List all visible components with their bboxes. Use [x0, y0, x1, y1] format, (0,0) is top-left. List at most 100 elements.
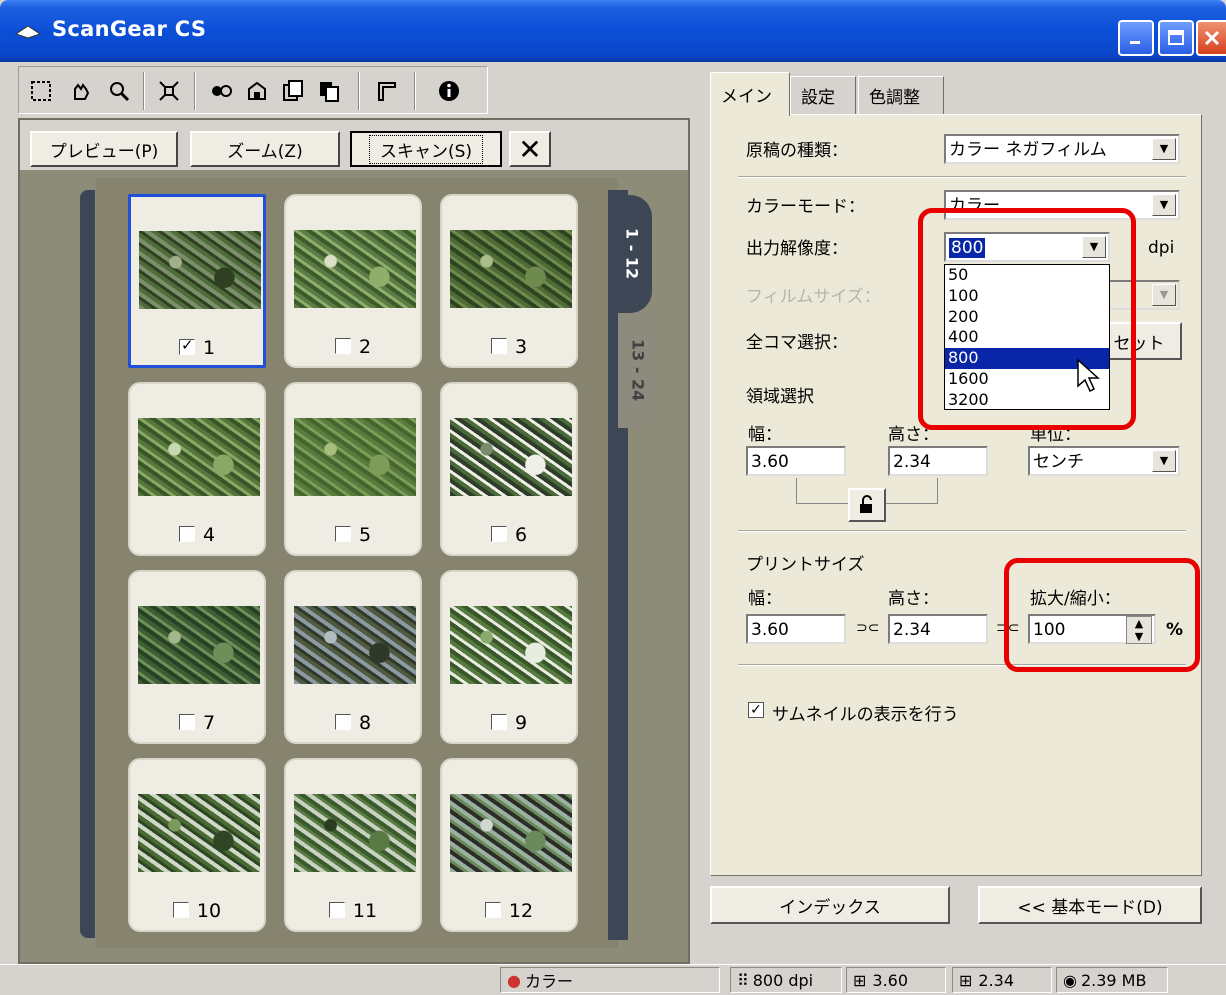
- scale-highlight: [1004, 558, 1200, 672]
- link-icon: ⊃⊂: [856, 620, 880, 636]
- zoom-button[interactable]: ズーム(Z): [190, 131, 340, 167]
- copy-icon[interactable]: [314, 76, 344, 106]
- area-select-label: 領域選択: [746, 387, 814, 407]
- rotate-icon[interactable]: [242, 76, 272, 106]
- thumbnail-image[interactable]: [138, 418, 260, 496]
- strip-tab-1-12[interactable]: 1 - 12: [612, 195, 652, 313]
- grid-icon: ⠿: [737, 970, 749, 990]
- thumbnail-caption: 12: [442, 900, 576, 922]
- thumbnail-image[interactable]: [138, 794, 260, 872]
- unit-select[interactable]: センチ ▼: [1028, 446, 1180, 476]
- thumbnail-image[interactable]: [294, 230, 416, 308]
- scan-button[interactable]: スキャン(S): [350, 131, 502, 167]
- thumbnail-frame[interactable]: 12: [440, 758, 578, 932]
- chevron-down-icon[interactable]: ▼: [1152, 450, 1176, 472]
- width-input[interactable]: 3.60: [746, 446, 846, 476]
- mirror-icon[interactable]: [206, 76, 236, 106]
- thumbnail-caption: 10: [130, 900, 264, 922]
- thumbnail-image[interactable]: [450, 794, 572, 872]
- thumbnail-checkbox[interactable]: [334, 713, 351, 730]
- thumbnail-number: 6: [514, 524, 528, 546]
- marquee-select-icon[interactable]: [26, 76, 56, 106]
- thumbnail-checkbox[interactable]: [334, 337, 351, 354]
- thumbnail-image[interactable]: [294, 606, 416, 684]
- chevron-down-icon[interactable]: ▼: [1152, 138, 1176, 160]
- tab-settings[interactable]: 設定: [790, 76, 856, 114]
- thumbnail-display-checkbox[interactable]: ✓: [748, 702, 764, 718]
- dpi-unit: dpi: [1148, 238, 1175, 258]
- thumbnail-checkbox[interactable]: [490, 525, 507, 542]
- thumbnail-checkbox[interactable]: [328, 901, 345, 918]
- thumbnail-image[interactable]: [138, 606, 260, 684]
- thumbnail-display-label: サムネイルの表示を行う: [772, 705, 959, 725]
- aspect-lock-button[interactable]: [848, 488, 886, 522]
- minimize-icon: [1130, 41, 1140, 44]
- auto-crop-icon[interactable]: [154, 76, 184, 106]
- status-width: ⊞ 3.60: [846, 967, 946, 993]
- index-button[interactable]: インデックス: [710, 886, 950, 924]
- thumbnail-image[interactable]: [450, 418, 572, 496]
- chevron-down-icon[interactable]: ▼: [1152, 194, 1176, 216]
- thumbnail-caption: 11: [286, 900, 420, 922]
- thumbnail-number: 8: [358, 712, 372, 734]
- thumbnail-frame[interactable]: 2: [284, 194, 422, 368]
- thumbnail-frame[interactable]: 10: [128, 758, 266, 932]
- window-title: ScanGear CS: [52, 17, 207, 41]
- chevron-down-icon[interactable]: ▼: [1152, 284, 1176, 306]
- close-icon: [1204, 30, 1220, 46]
- doc-type-select[interactable]: カラー ネガフィルム ▼: [944, 134, 1180, 164]
- clear-button[interactable]: ✕: [509, 131, 551, 167]
- thumbnail-frame[interactable]: 11: [284, 758, 422, 932]
- thumbnail-checkbox[interactable]: [178, 336, 195, 355]
- print-width-input[interactable]: 3.60: [746, 614, 846, 644]
- thumbnail-frame[interactable]: 9: [440, 570, 578, 744]
- print-height-input[interactable]: 2.34: [888, 614, 988, 644]
- thumbnail-frame[interactable]: 5: [284, 382, 422, 556]
- thumbnail-number: 4: [202, 524, 216, 546]
- strip-tab-label: 1 - 12: [622, 228, 642, 280]
- thumbnail-frame[interactable]: 1: [128, 194, 266, 368]
- thumbnail-number: 9: [514, 712, 528, 734]
- thumbnail-image[interactable]: [294, 418, 416, 496]
- film-strip-edge: [80, 190, 95, 938]
- width-icon: ⊞: [853, 970, 867, 990]
- thumbnail-checkbox[interactable]: [334, 525, 351, 542]
- thumbnail-image[interactable]: [450, 230, 572, 308]
- minimize-button[interactable]: [1118, 20, 1154, 56]
- hand-icon[interactable]: [66, 76, 96, 106]
- basic-mode-button[interactable]: << 基本モード(D): [978, 886, 1202, 924]
- thumbnail-image[interactable]: [294, 794, 416, 872]
- info-icon[interactable]: [434, 76, 464, 106]
- multi-crop-icon[interactable]: [278, 76, 308, 106]
- strip-tab-13-24[interactable]: 13 - 24: [618, 312, 658, 428]
- thumbnail-checkbox[interactable]: [484, 901, 501, 918]
- thumbnail-frame[interactable]: 4: [128, 382, 266, 556]
- thumbnail-image[interactable]: [450, 606, 572, 684]
- status-dpi-text: 800 dpi: [752, 970, 814, 990]
- tab-color-adjust[interactable]: 色調整: [858, 76, 944, 114]
- thumbnail-checkbox[interactable]: [178, 525, 195, 542]
- thumbnail-image[interactable]: [139, 231, 261, 309]
- zoom-icon[interactable]: [104, 76, 134, 106]
- thumbnail-number: 10: [196, 900, 222, 922]
- thumbnail-caption: 6: [442, 524, 576, 546]
- ruler-icon[interactable]: [372, 76, 402, 106]
- thumbnail-number: 5: [358, 524, 372, 546]
- thumbnail-checkbox[interactable]: [490, 713, 507, 730]
- toolbar-separator: [414, 72, 416, 110]
- preview-button[interactable]: プレビュー(P): [30, 131, 178, 167]
- thumbnail-frame[interactable]: 6: [440, 382, 578, 556]
- height-input[interactable]: 2.34: [888, 446, 988, 476]
- thumbnail-checkbox[interactable]: [172, 901, 189, 918]
- film-size-label: フィルムサイズ：: [746, 287, 881, 307]
- thumbnail-checkbox[interactable]: [178, 713, 195, 730]
- thumbnail-frame[interactable]: 3: [440, 194, 578, 368]
- close-window-button[interactable]: [1196, 20, 1226, 56]
- tab-main[interactable]: メイン: [710, 72, 790, 116]
- thumbnail-checkbox[interactable]: [490, 337, 507, 354]
- status-height: ⊞ 2.34: [952, 967, 1052, 993]
- thumbnail-frame[interactable]: 7: [128, 570, 266, 744]
- thumbnail-frame[interactable]: 8: [284, 570, 422, 744]
- maximize-button[interactable]: [1158, 20, 1194, 56]
- unit-value: センチ: [1033, 452, 1084, 472]
